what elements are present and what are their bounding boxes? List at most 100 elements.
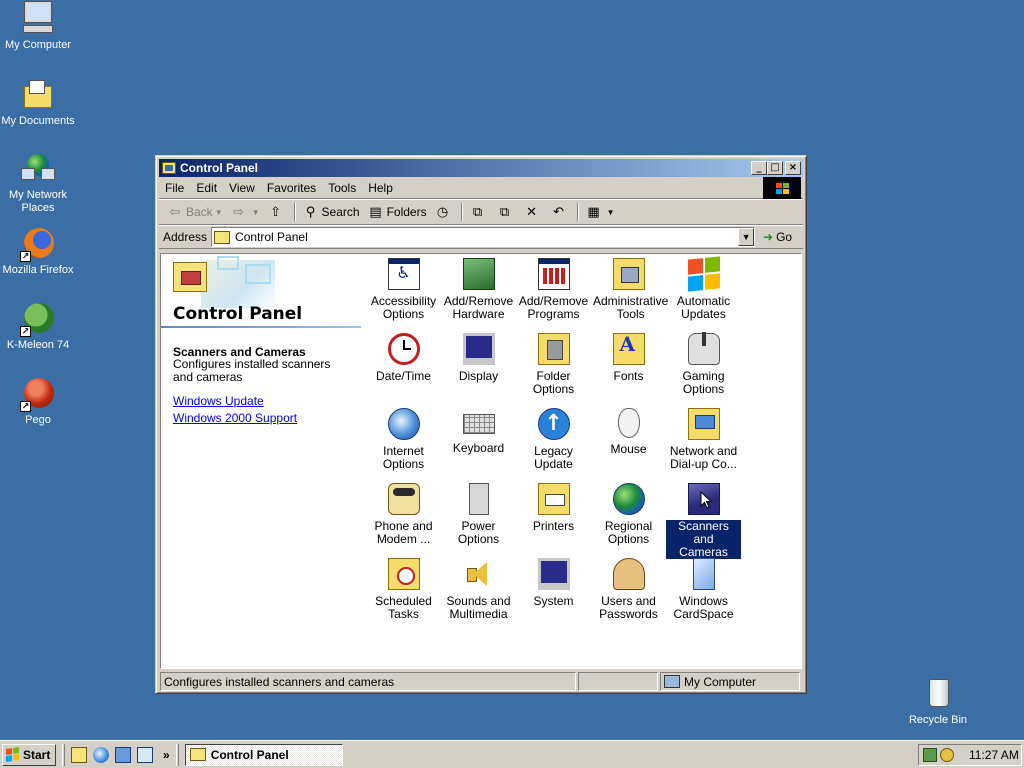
back-label: Back [186,205,213,219]
address-label: Address [163,230,208,244]
history-button[interactable]: ◷ [431,201,458,223]
documents-folder-icon [21,78,55,112]
desktop-icon-k-meleon[interactable]: ↗ K-Meleon 74 [0,302,76,352]
title-bar[interactable]: Control Panel _ □ × [159,159,803,177]
folders-label: Folders [386,205,427,219]
forward-button[interactable]: ⇨ ▼ [227,201,264,223]
windows-2000-support-link[interactable]: Windows 2000 Support [173,411,297,425]
item-add-remove-hardware[interactable]: Add/Remove Hardware [441,255,516,321]
taskbar-button-control-panel[interactable]: Control Panel [184,743,343,766]
copy-to-icon: ⧉ [499,204,510,219]
item-scheduled-tasks[interactable]: Scheduled Tasks [366,555,441,621]
address-dropdown-button[interactable]: ▼ [738,228,755,246]
menu-view[interactable]: View [223,179,261,197]
item-system[interactable]: System [516,555,591,608]
menu-tools[interactable]: Tools [322,179,362,197]
cardspace-icon [692,558,715,590]
back-button[interactable]: ⇦ Back ▼ [163,201,227,223]
clock[interactable]: 11:27 AM [969,748,1019,762]
menu-file[interactable]: File [159,179,190,197]
windows-flag-icon [775,182,789,194]
item-date-time[interactable]: Date/Time [366,330,441,383]
item-automatic-updates[interactable]: Automatic Updates [666,255,741,321]
desktop-icon-label: Mozilla Firefox [2,264,74,276]
maximize-button[interactable]: □ [767,161,783,175]
views-button[interactable]: ▦ ▼ [582,201,619,223]
item-folder-options[interactable]: Folder Options [516,330,591,396]
address-value: Control Panel [235,230,308,244]
item-accessibility-options[interactable]: Accessibility Options [366,255,441,321]
start-button[interactable]: Start [2,743,56,766]
desktop-icon-pego[interactable]: ↗ Pego [0,377,76,427]
item-windows-cardspace[interactable]: Windows CardSpace [666,555,741,621]
history-icon: ◷ [436,204,449,219]
move-to-button[interactable]: ⧉ [466,201,493,223]
toolbar-handle[interactable] [62,743,65,766]
undo-button[interactable]: ↶ [547,201,574,223]
item-internet-options[interactable]: Internet Options [366,405,441,471]
delete-button[interactable]: ✕ [520,201,547,223]
pane-title: Control Panel [173,304,303,324]
item-label: Gaming Options [682,369,725,396]
control-panel-icon [189,748,206,761]
desktop-icon-label: My Computer [4,39,72,51]
copy-to-button[interactable]: ⧉ [493,201,520,223]
toolbar-handle[interactable] [175,743,179,766]
menu-edit[interactable]: Edit [190,179,223,197]
item-label: Scanners and Cameras [665,519,742,560]
forward-arrow-icon: ⇨ [233,204,245,219]
item-gaming-options[interactable]: Gaming Options [666,330,741,396]
windows-update-link[interactable]: Windows Update [173,394,264,408]
speaker-icon [463,558,495,590]
updates-tray-icon[interactable] [940,748,954,762]
item-phone-and-modem[interactable]: Phone and Modem ... [366,480,441,546]
menu-favorites[interactable]: Favorites [261,179,322,197]
item-legacy-update[interactable]: Legacy Update [516,405,591,471]
search-icon[interactable] [137,746,153,763]
item-regional-options[interactable]: Regional Options [591,480,666,546]
desktop-icon-my-computer[interactable]: My Computer [0,1,76,52]
folders-button[interactable]: ▤ Folders [364,201,431,223]
desktop-icon-my-network-places[interactable]: My Network Places [0,152,76,215]
mouse-icon [617,408,640,438]
item-mouse[interactable]: Mouse [591,405,666,456]
close-button[interactable]: × [785,161,801,175]
item-keyboard[interactable]: Keyboard [441,405,516,455]
desktop-icon-mozilla-firefox[interactable]: ↗ Mozilla Firefox [0,227,76,277]
item-administrative-tools[interactable]: Administrative Tools [591,255,668,321]
item-network-dialup[interactable]: Network and Dial-up Co... [666,405,741,471]
toolbar-separator [460,203,463,221]
hardware-icon [462,258,495,290]
go-button[interactable]: ➜ Go [763,230,792,244]
item-display[interactable]: Display [441,330,516,383]
joystick-icon [687,332,720,365]
ie-globe-icon [387,408,420,440]
minimize-button[interactable]: _ [751,161,767,175]
windows-logo-throbber [763,177,801,199]
quick-launch-more-button[interactable]: » [163,748,170,762]
item-fonts[interactable]: Fonts [591,330,666,383]
desktop-icon-recycle-bin[interactable]: Recycle Bin [900,677,976,727]
outlook-express-icon[interactable] [115,746,131,763]
item-printers[interactable]: Printers [516,480,591,533]
ie-browser-icon[interactable] [93,746,109,763]
fonts-icon [612,333,645,365]
desktop-icon-my-documents[interactable]: My Documents [0,78,76,128]
item-users-and-passwords[interactable]: Users and Passwords [591,555,666,621]
up-button[interactable]: ⇧ [264,201,291,223]
network-tray-icon[interactable] [923,748,937,762]
quick-launch: » [71,746,170,763]
globe-icon [612,483,645,515]
address-field[interactable]: Control Panel ▼ [211,227,756,247]
go-label: Go [776,230,793,244]
item-power-options[interactable]: Power Options [441,480,516,546]
menu-help[interactable]: Help [362,179,399,197]
item-add-remove-programs[interactable]: Add/Remove Programs [516,255,591,321]
show-desktop-icon[interactable] [71,746,87,763]
status-zone: My Computer [660,672,800,691]
up-folder-icon: ⇧ [270,204,281,219]
status-panel-empty [578,672,658,691]
task-label: Control Panel [210,747,289,762]
search-button[interactable]: ⚲ Search [299,201,364,223]
item-sounds-and-multimedia[interactable]: Sounds and Multimedia [441,555,516,621]
